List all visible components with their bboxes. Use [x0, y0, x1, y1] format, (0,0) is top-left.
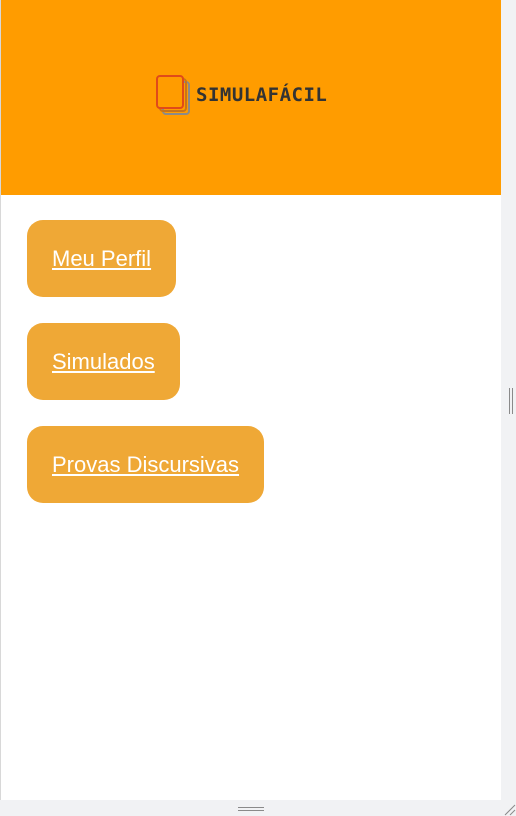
main-menu: Meu Perfil Simulados Provas Discursivas — [27, 220, 265, 529]
vertical-resize-grip-icon[interactable] — [508, 388, 514, 414]
corner-resize-icon[interactable] — [503, 803, 516, 816]
horizontal-resize-grip-icon[interactable] — [238, 806, 264, 812]
logo: SIMULAFÁCIL — [156, 74, 327, 116]
provas-discursivas-button[interactable]: Provas Discursivas — [27, 426, 265, 503]
app-viewport: SIMULAFÁCIL Meu Perfil Simulados Provas … — [0, 0, 501, 800]
logo-text: SIMULAFÁCIL — [196, 83, 328, 106]
meu-perfil-button[interactable]: Meu Perfil — [27, 220, 177, 297]
header-banner: SIMULAFÁCIL — [1, 0, 501, 195]
stacked-papers-icon — [156, 75, 190, 115]
simulados-button[interactable]: Simulados — [27, 323, 180, 400]
